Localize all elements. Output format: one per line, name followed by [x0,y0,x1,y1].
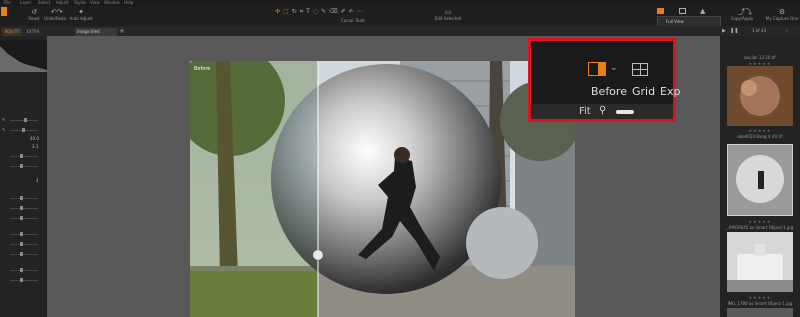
tab-image[interactable]: Image.tiled [75,28,117,36]
before-label: Before [194,66,210,72]
zoom-bar: Fit ⚲ [531,104,673,119]
menu-full-view[interactable]: Full View [666,19,684,24]
cursor-tools-label: Cursor Tools [340,18,366,23]
tab-extra[interactable]: EXTRA [23,28,43,36]
pencil-icon: ✎ [2,127,6,132]
slider-5[interactable] [2,196,42,200]
grid-icon[interactable] [679,8,686,14]
rating-stars-3[interactable]: ★★★★★ [720,295,800,300]
auto-adjust-button[interactable]: ✦ Auto Adjust [66,8,96,21]
browser-panel: bocian 13 20.tif ★★★★★ ★★★★★ ebe0010 Ban… [720,36,800,317]
menu-window[interactable]: Window [104,0,120,5]
photo-canvas[interactable]: Before [190,61,575,317]
histogram-graph [0,46,47,72]
tab-adjust[interactable]: ADJUST [2,28,22,36]
thumb-caption-2: _AMO9045 as Smart Object-1.jpg [726,225,794,230]
left-panel: ✎ ✎ 40.0 3.1 4 [0,36,47,317]
thumb-3-image [727,232,793,292]
thumb-caption-0: bocian 13 20.tif [744,55,776,60]
grid-icon-large[interactable] [632,63,648,76]
undo-icon: ↶↷ [51,8,63,16]
rotate-icon[interactable]: ↻ [292,8,300,15]
next-icon[interactable]: › [786,28,788,34]
capture-icon: ⚙ [778,8,786,16]
menu-styles[interactable]: Styles [74,0,86,5]
slider-10[interactable] [2,252,42,256]
wand-icon: ✦ [78,8,84,16]
menu-file[interactable]: File [4,0,11,5]
tab-strip: ADJUST EXTRA Image.tiled + ▶ ❚❚ 1 of 43 … [0,26,800,36]
slider-12[interactable] [2,278,42,282]
pan-icon[interactable]: ✣ [275,8,283,15]
eraser-icon[interactable]: ⌫ [329,8,340,15]
text-icon[interactable]: T [306,8,313,15]
slider-7[interactable] [2,216,42,220]
slider-6[interactable] [2,206,42,210]
thumbnail-3[interactable] [727,232,793,292]
menu-view[interactable]: View [90,0,100,5]
cursor-tools-group[interactable]: ✣⬚↻⌗T◌✎⌫✐✍⋯ [275,8,415,16]
copy-apply-button[interactable]: ⤴⤵ Copy/Apply [727,8,757,21]
thumbnail-2-selected[interactable] [727,144,793,216]
add-tab-icon[interactable]: + [119,27,125,35]
thumbnail-4[interactable] [727,308,793,317]
pause-icon[interactable]: ❚❚ [730,28,738,34]
pencil-icon: ✎ [2,117,6,122]
chevron-down-icon[interactable]: ⌄ [610,63,618,73]
thumbnail-1[interactable] [727,66,793,126]
slider-9[interactable] [2,242,42,246]
thumb-caption-1: ebe0010 Bang 4 (0).tif [737,134,783,139]
select-icon[interactable]: ⬚ [283,8,292,15]
warning-icon[interactable]: ▲ [700,7,705,15]
menu-select[interactable]: Select [38,0,50,5]
brush-icon[interactable]: ✎ [321,8,329,15]
annotate-icon[interactable]: ✍ [349,8,357,15]
exp-label-large: Exp [660,85,681,98]
slider-3[interactable] [2,154,42,158]
menu-adjust[interactable]: Adjust [56,0,69,5]
zoom-slider[interactable] [616,110,634,114]
grid-label-large: Grid [632,85,656,98]
slider-11[interactable] [2,268,42,272]
app-logo [1,7,7,16]
menu-help[interactable]: Help [124,0,133,5]
thumb-2-image [728,145,792,215]
compare-view-icon[interactable] [657,8,664,14]
menu-layer[interactable]: Layer [20,0,31,5]
slider-2[interactable]: ✎ [2,127,42,132]
fit-label[interactable]: Fit [579,106,591,117]
play-icon[interactable]: ▶ [722,28,726,34]
reset-icon: ↺ [31,8,37,16]
thumb-1-image [727,66,793,126]
edit-selected-button[interactable]: ▭ Edit Selected [428,8,468,21]
slider-8[interactable] [2,232,42,236]
zoom-callout: ⌄ Before Grid Exp Fit ⚲ [528,38,680,122]
before-label-large: Before [591,85,627,98]
split-handle[interactable] [312,249,324,261]
stack-icon: ▭ [444,8,452,16]
more-icon[interactable]: ⋯ [357,8,366,15]
thumb-caption-3: IMG_1780 as Smart Object-1.jpg [727,301,793,306]
value-3: 4 [36,178,39,183]
picker-icon[interactable]: ✐ [341,8,349,15]
zoom-icon[interactable]: ⚲ [599,105,606,116]
compare-view-icon-large[interactable] [588,62,606,76]
histogram [0,40,47,72]
copy-apply-icon: ⤴⤵ [738,8,752,16]
image-counter: 1 of 43 [752,28,767,33]
my-capture-button[interactable]: ⚙ My Capture One [764,8,800,21]
rating-stars-2[interactable]: ★★★★★ [720,219,800,224]
rating-stars-1[interactable]: ★★★★★ [720,128,800,133]
slider-4[interactable] [2,164,42,168]
value-1: 40.0 [30,136,39,141]
lasso-icon[interactable]: ◌ [313,8,321,15]
value-2: 3.1 [32,144,39,149]
slider-1[interactable]: ✎ [2,117,42,122]
